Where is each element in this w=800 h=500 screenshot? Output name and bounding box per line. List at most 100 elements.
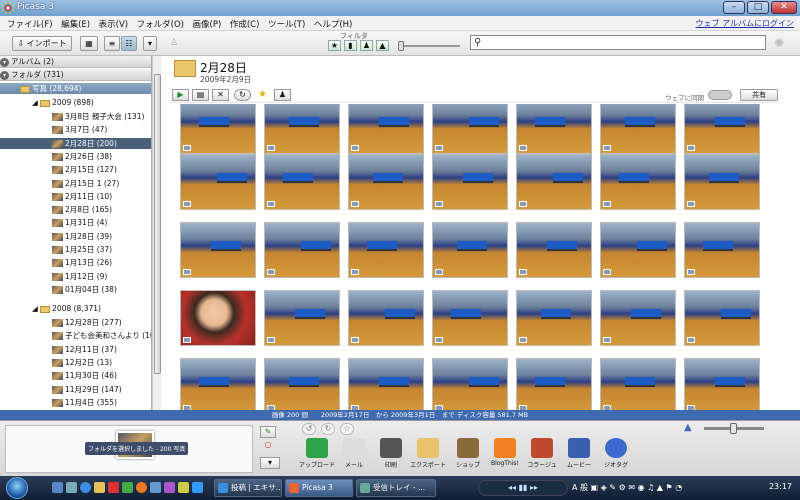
photo-thumbnail[interactable] [432, 222, 508, 278]
filter-date-slider[interactable] [398, 41, 460, 51]
share-button[interactable]: 共有 [740, 89, 778, 101]
photo-thumbnail[interactable] [684, 222, 760, 278]
export-button[interactable]: エクスポート [409, 438, 447, 474]
sidebar-folder-item[interactable]: 1月28日 (39) [0, 231, 151, 242]
app-icon[interactable] [150, 482, 161, 493]
switch-windows-icon[interactable] [66, 482, 77, 493]
sidebar-scrollbar[interactable] [152, 56, 161, 410]
close-button[interactable]: ✕ [771, 1, 797, 14]
menu-image[interactable]: 画像(P) [190, 16, 225, 32]
photo-thumbnail[interactable] [600, 358, 676, 410]
sidebar-folder-item[interactable]: 11月29日 (147) [0, 384, 151, 395]
filter-star-button[interactable]: ★ [328, 40, 341, 51]
sidebar-folder-item[interactable]: 1月31日 (4) [0, 217, 151, 228]
minimize-button[interactable]: – [723, 1, 745, 14]
clock[interactable]: 23:17 [769, 482, 792, 491]
start-button[interactable] [6, 477, 28, 499]
photo-thumbnail[interactable] [684, 104, 760, 154]
photo-thumbnail[interactable] [516, 104, 592, 154]
movie-button[interactable]: ムービー [560, 438, 598, 474]
hold-selection-button[interactable]: ✎ [260, 426, 276, 438]
photo-thumbnail[interactable] [516, 358, 592, 410]
app-icon[interactable] [122, 482, 133, 493]
folders-header[interactable]: ▾ フォルダ (731) [0, 69, 151, 81]
sidebar-folder-item[interactable]: 1月13日 (26) [0, 257, 151, 268]
sidebar-folder-item[interactable]: 2月8日 (165) [0, 204, 151, 215]
rotate-left-button[interactable]: ↺ [302, 423, 316, 435]
photo-thumbnail[interactable] [600, 104, 676, 154]
slider-knob[interactable] [730, 423, 737, 434]
sidebar-folder-item[interactable]: 2月28日 (200) [0, 137, 151, 149]
year-folder-2009[interactable]: ◢ 2009 (898) [0, 97, 151, 108]
photo-thumbnail[interactable] [180, 104, 256, 154]
menu-tools[interactable]: ツール(T) [265, 16, 308, 32]
list-view-button[interactable]: ≡ [104, 36, 120, 51]
sidebar-folder-item[interactable]: 12月28日 (277) [0, 317, 151, 328]
root-folder-photos[interactable]: 写真 (28,694) [0, 83, 151, 94]
sidebar-folder-item[interactable]: 2月15日 (127) [0, 164, 151, 175]
rotate-right-button[interactable]: ↻ [321, 423, 335, 435]
ime-indicator[interactable]: A 般 [572, 483, 588, 492]
photo-thumbnail[interactable] [516, 154, 592, 210]
sidebar-folder-item[interactable]: 01月04日 (38) [0, 284, 151, 295]
blogthis-button[interactable]: BlogThis! [486, 438, 524, 474]
app-icon[interactable] [164, 482, 175, 493]
photo-thumbnail[interactable] [348, 154, 424, 210]
sidebar-folder-item[interactable]: 2月15日 1 (27) [0, 178, 151, 189]
sidebar-folder-item[interactable]: 12月2日 (13) [0, 357, 151, 368]
upload-button[interactable]: アップロード [298, 438, 336, 474]
photo-thumbnail[interactable] [684, 290, 760, 346]
sidebar-folder-item[interactable]: 3月7日 (47) [0, 124, 151, 135]
task-inbox[interactable]: 受信トレイ - ... [356, 479, 436, 497]
menu-view[interactable]: 表示(V) [96, 16, 131, 32]
app-icon[interactable] [192, 482, 203, 493]
sidebar-folder-item[interactable]: 子ども会美和さんより (102) [0, 330, 151, 341]
photo-thumbnail[interactable] [684, 154, 760, 210]
folder-manager-button[interactable]: ▤ [192, 89, 209, 101]
sidebar-folder-item[interactable]: 11月30日 (46) [0, 370, 151, 381]
photo-thumbnail[interactable] [432, 154, 508, 210]
clear-selection-button[interactable]: ○ [260, 440, 276, 452]
sidebar-folder-item[interactable]: 12月11日 (37) [0, 344, 151, 355]
photo-thumbnail[interactable] [516, 222, 592, 278]
view-dropdown-button[interactable]: ▾ [143, 36, 157, 51]
email-button[interactable]: メール [335, 438, 373, 474]
menu-edit[interactable]: 編集(E) [58, 16, 93, 32]
people-icon[interactable]: ♙ [170, 38, 178, 48]
menu-folder[interactable]: フォルダ(O) [134, 16, 187, 32]
filter-upload-button[interactable]: ▲ [376, 40, 389, 51]
photo-thumbnail[interactable] [348, 290, 424, 346]
browser-icon[interactable] [80, 482, 91, 493]
slider-knob[interactable] [398, 41, 404, 51]
media-icon[interactable] [136, 482, 147, 493]
web-sync-toggle[interactable] [708, 90, 732, 100]
add-to-button[interactable]: ▾ [260, 457, 280, 469]
year-folder-2008[interactable]: ◢ 2008 (8,371) [0, 303, 151, 314]
photo-thumbnail[interactable] [180, 358, 256, 410]
shop-button[interactable]: ショップ [449, 438, 487, 474]
star-icon[interactable]: ★ [258, 89, 267, 100]
sidebar-folder-item[interactable]: 1月12日 (9) [0, 271, 151, 282]
photo-thumbnail[interactable] [180, 290, 256, 346]
photo-thumbnail[interactable] [348, 358, 424, 410]
photo-thumbnail[interactable] [180, 154, 256, 210]
sync-button[interactable]: ↻ [234, 89, 251, 101]
app-icon[interactable] [178, 482, 189, 493]
maximize-button[interactable]: □ [747, 1, 769, 14]
photo-thumbnail[interactable] [264, 358, 340, 410]
add-to-album-button[interactable]: ▦ [80, 36, 98, 51]
search-input[interactable]: ⚲ [470, 35, 766, 50]
sidebar-folder-item[interactable]: 11月4日 (355) [0, 397, 151, 408]
photo-thumbnail[interactable] [180, 222, 256, 278]
photo-thumbnail[interactable] [264, 222, 340, 278]
geotag-button[interactable]: ジオタグ [597, 438, 635, 474]
photo-thumbnail[interactable] [432, 104, 508, 154]
photo-thumbnail[interactable] [432, 290, 508, 346]
scroll-thumb[interactable] [154, 74, 161, 374]
people-button[interactable]: ♟ [274, 89, 291, 101]
photo-thumbnail[interactable] [600, 290, 676, 346]
photo-thumbnail[interactable] [348, 104, 424, 154]
task-blog-post[interactable]: 投稿 | エキサ... [214, 479, 282, 497]
delete-folder-button[interactable]: ✕ [212, 89, 229, 101]
filter-video-button[interactable]: ▮ [344, 40, 357, 51]
